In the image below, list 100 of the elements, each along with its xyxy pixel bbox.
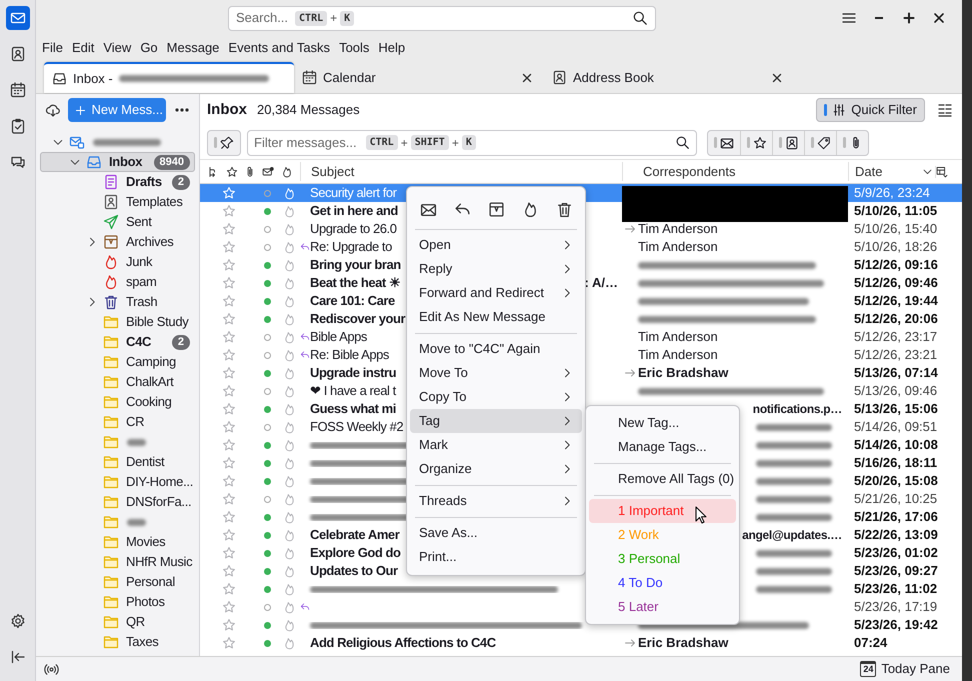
- folder-item[interactable]: Drafts 2: [40, 172, 195, 192]
- folder-item[interactable]: Bible Study: [40, 312, 195, 332]
- sliders-icon: [832, 103, 846, 117]
- envelope-icon: [69, 134, 85, 150]
- folder-item[interactable]: Archives: [40, 232, 195, 252]
- flame-icon: [283, 438, 296, 452]
- date-text: 5/23/26, 19:42: [853, 616, 935, 634]
- new-message-button[interactable]: New Mess...: [68, 98, 166, 122]
- folder-title: Inbox: [207, 100, 247, 120]
- folder-item[interactable]: Templates: [40, 192, 195, 212]
- folder-item[interactable]: NHfR Music: [40, 552, 195, 572]
- folder-item[interactable]: Photos: [40, 592, 195, 612]
- menu-item[interactable]: Tools: [339, 38, 370, 58]
- folder-item[interactable]: Movies: [40, 532, 195, 552]
- menu-item[interactable]: Print...: [410, 545, 582, 569]
- menu-item[interactable]: New Tag...: [589, 411, 736, 435]
- star-icon: [222, 420, 236, 434]
- inbox-tray-icon: [86, 154, 102, 170]
- menu-item[interactable]: File: [42, 38, 63, 58]
- folder-item[interactable]: Taxes: [40, 632, 195, 652]
- date-column-header[interactable]: Date: [848, 162, 935, 182]
- folder-item[interactable]: DNSforFa...: [40, 492, 195, 512]
- folder-item[interactable]: Personal: [40, 572, 195, 592]
- folder-item[interactable]: DIY-Home...: [40, 472, 195, 492]
- menu-item[interactable]: Open: [410, 233, 582, 257]
- menu-label: Move to "C4C" Again: [419, 340, 540, 358]
- menu-item[interactable]: Go: [140, 38, 158, 58]
- folder-name: Junk: [126, 253, 154, 272]
- flame-icon: [283, 276, 296, 290]
- plus-sign: +: [400, 134, 408, 152]
- subject-text: Bible Apps: [310, 328, 367, 346]
- menu-item[interactable]: Edit As New Message: [410, 305, 582, 329]
- folder-item[interactable]: QR: [40, 612, 195, 632]
- star-icon: [222, 438, 236, 452]
- flame-icon: [283, 240, 296, 254]
- menu-item[interactable]: Move to "C4C" Again: [410, 337, 582, 361]
- folder-item[interactable]: spam: [40, 272, 195, 292]
- plus-icon: [74, 104, 86, 116]
- menu-item[interactable]: Move To: [410, 361, 582, 385]
- subject-column-header[interactable]: Subject: [300, 162, 622, 182]
- flame-icon: [283, 510, 296, 524]
- search-field[interactable]: Search... CTRL + K: [228, 6, 656, 30]
- mail-space-button[interactable]: [6, 6, 30, 30]
- folder-name: Bible Study: [126, 313, 190, 332]
- tab[interactable]: Inbox -: [44, 62, 294, 93]
- menu-item[interactable]: Mark: [410, 433, 582, 457]
- menu-item[interactable]: Remove All Tags (0): [589, 467, 736, 491]
- date-text: 5/23/26, 09:27: [853, 562, 935, 580]
- menu-item[interactable]: Forward and Redirect: [410, 281, 582, 305]
- filter-field[interactable]: Filter messages... CTRL + SHIFT + K: [247, 130, 697, 156]
- tab[interactable]: Address Book: [544, 62, 794, 93]
- folder-name: Personal: [126, 573, 176, 592]
- folder-item[interactable]: Inbox 8940: [40, 152, 195, 172]
- menu-item[interactable]: Message: [166, 38, 220, 58]
- menu-item[interactable]: Events and Tasks: [228, 38, 330, 58]
- menu-item[interactable]: Threads: [410, 489, 582, 513]
- flame-icon: [283, 204, 296, 218]
- tag-menu-item[interactable]: 5 Later: [589, 595, 736, 619]
- menu-item[interactable]: Organize: [410, 457, 582, 481]
- today-pane-button[interactable]: 24 Today Pane: [860, 659, 954, 679]
- star-icon: [222, 240, 236, 254]
- flame-icon: [283, 312, 296, 326]
- flame-icon: [283, 186, 296, 200]
- folder-item[interactable]: Trash: [40, 292, 195, 312]
- flame-icon: [283, 528, 296, 542]
- subject-text: Rediscover your: [310, 310, 406, 328]
- folder-item[interactable]: Junk: [40, 252, 195, 272]
- folder-item[interactable]: Dentist: [40, 452, 195, 472]
- trash-icon: [103, 294, 119, 310]
- folder-item[interactable]: CR: [40, 412, 195, 432]
- quick-filter-button[interactable]: Quick Filter: [816, 98, 925, 122]
- menu-item[interactable]: View: [103, 38, 132, 58]
- menu-item[interactable]: Tag: [410, 409, 582, 433]
- flame-icon: [280, 166, 293, 178]
- star-icon: [222, 510, 236, 524]
- flame-icon: [283, 366, 296, 380]
- tab[interactable]: Calendar: [294, 62, 544, 93]
- menu-item[interactable]: Edit: [72, 38, 94, 58]
- correspondents-column-header[interactable]: Correspondents: [622, 162, 848, 182]
- menu-item[interactable]: Reply: [410, 257, 582, 281]
- folder-name: Trash: [126, 293, 158, 312]
- folder-name: Drafts: [126, 173, 163, 192]
- search-icon: [632, 10, 648, 26]
- star-icon: [222, 366, 236, 380]
- tag-menu-item[interactable]: 4 To Do: [589, 571, 736, 595]
- menu-item[interactable]: Help: [378, 38, 406, 58]
- folder-item[interactable]: Sent: [40, 212, 195, 232]
- folder-item[interactable]: Camping: [40, 352, 195, 372]
- folder-icon: [103, 514, 119, 530]
- correspondent-name: Tim Anderson: [638, 220, 718, 238]
- folder-item[interactable]: C4C 2: [40, 332, 195, 352]
- folder-name: Inbox: [109, 153, 144, 172]
- folder-item[interactable]: Cooking: [40, 392, 195, 412]
- folder-name: DNSforFa...: [126, 493, 192, 512]
- sticky-filter-button[interactable]: [207, 130, 241, 156]
- menu-item[interactable]: Save As...: [410, 521, 582, 545]
- folder-item[interactable]: ChalkArt: [40, 372, 195, 392]
- flame-icon: [283, 582, 296, 596]
- menu-item[interactable]: Copy To: [410, 385, 582, 409]
- menu-item[interactable]: Manage Tags...: [589, 435, 736, 459]
